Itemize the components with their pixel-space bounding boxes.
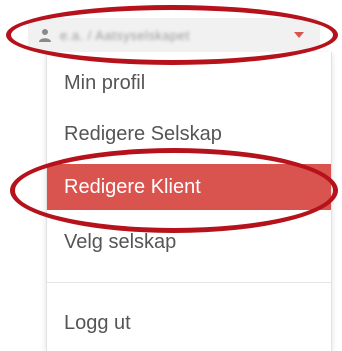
user-icon [38, 28, 52, 42]
menu-item-redigere-klient[interactable]: Redigere Klient [47, 164, 331, 210]
caret-down-icon [294, 32, 304, 38]
menu-item-redigere-selskap[interactable]: Redigere Selskap [47, 111, 331, 157]
user-menu-toggle[interactable]: e.a. / Aatsyselskapet [28, 18, 320, 52]
user-dropdown-menu: Min profil Redigere Selskap Redigere Kli… [46, 52, 332, 351]
screenshot-stage: Min profil Redigere Selskap Redigere Kli… [0, 0, 342, 351]
menu-item-min-profil[interactable]: Min profil [47, 60, 331, 106]
menu-item-logg-ut[interactable]: Logg ut [47, 300, 331, 346]
user-menu-label: e.a. / Aatsyselskapet [60, 27, 190, 43]
menu-item-velg-selskap[interactable]: Velg selskap [47, 219, 331, 265]
menu-divider [47, 282, 331, 283]
